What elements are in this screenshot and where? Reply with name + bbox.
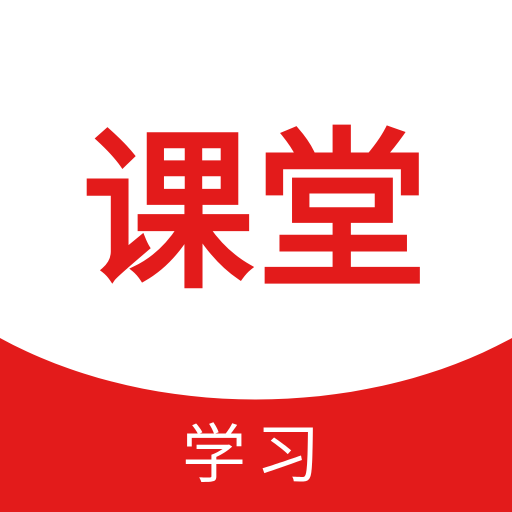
app-icon: 课堂 学习 xyxy=(0,0,512,512)
app-title: 课堂 xyxy=(82,112,430,313)
app-subtitle: 学习 xyxy=(182,419,330,493)
